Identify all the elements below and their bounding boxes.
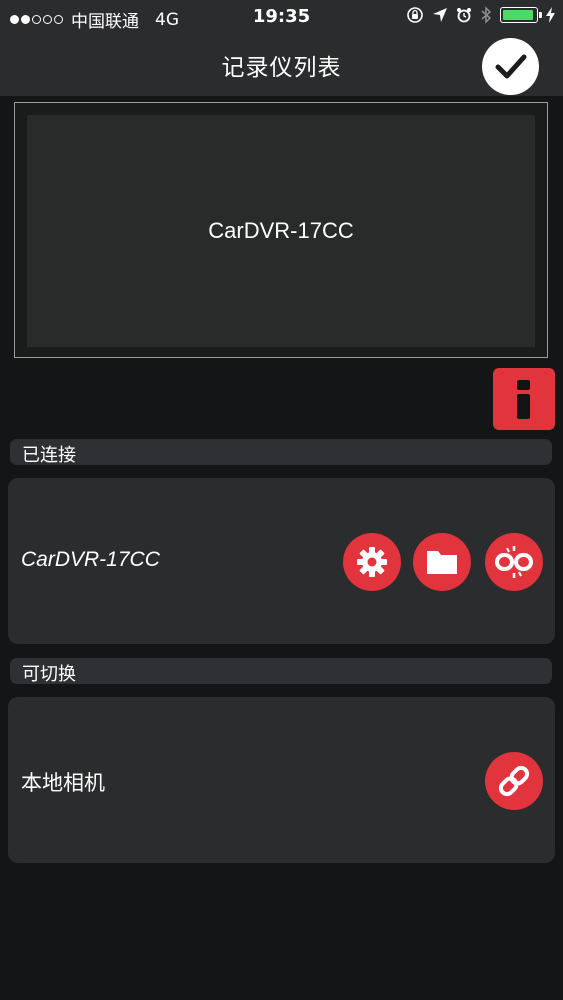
preview-device-name: CarDVR-17CC [208, 218, 354, 243]
connected-device-card[interactable]: CarDVR-17CC [8, 478, 555, 644]
info-button[interactable] [493, 368, 555, 430]
status-right [406, 6, 555, 24]
unlink-icon [495, 546, 533, 578]
page-title: 记录仪列表 [221, 55, 342, 81]
status-bar: 中国联通 4G 19:35 [0, 0, 563, 34]
link-icon [498, 765, 530, 797]
gear-icon [357, 547, 387, 577]
location-arrow-icon [432, 7, 448, 23]
battery-level [503, 10, 533, 20]
folder-icon [427, 551, 457, 574]
alarm-icon [456, 7, 472, 23]
section-header-switchable: 可切换 [10, 658, 552, 685]
done-button[interactable] [482, 38, 539, 95]
switchable-device-name: 本地相机 [21, 772, 105, 795]
nav-bar: 记录仪列表 [0, 34, 563, 96]
camera-preview[interactable]: CarDVR-17CC [14, 102, 548, 358]
switchable-device-card[interactable]: 本地相机 [8, 697, 555, 863]
device-files-button[interactable] [413, 533, 471, 591]
device-settings-button[interactable] [343, 533, 401, 591]
checkmark-icon [495, 54, 526, 78]
section-title-connected: 已连接 [22, 445, 76, 466]
battery-icon [500, 7, 542, 23]
section-title-switchable: 可切换 [22, 664, 76, 685]
section-header-connected: 已连接 [10, 439, 552, 466]
info-icon [517, 380, 530, 419]
rotation-lock-icon [406, 6, 424, 24]
charging-icon [546, 7, 555, 23]
preview-area: CarDVR-17CC [27, 115, 535, 347]
bluetooth-icon [480, 6, 492, 24]
connected-device-name: CarDVR-17CC [21, 548, 160, 571]
connect-button[interactable] [485, 752, 543, 810]
disconnect-button[interactable] [485, 533, 543, 591]
